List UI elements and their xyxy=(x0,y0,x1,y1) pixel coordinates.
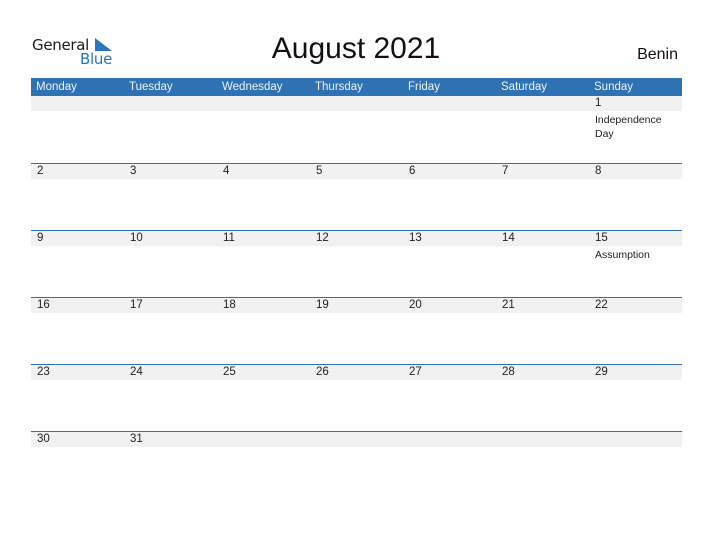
day-number: 13 xyxy=(409,232,422,244)
day-cell: 17 xyxy=(124,298,217,313)
week-days: 9 10 11 12 13 14 15 Assumption xyxy=(31,231,682,262)
week-days: 1 Independence Day xyxy=(31,96,682,141)
weekday-friday: Friday xyxy=(408,81,440,93)
day-cell: 28 xyxy=(496,365,589,380)
weekday-sunday: Sunday xyxy=(594,81,634,93)
day-cell: 25 xyxy=(217,365,310,380)
day-number: 29 xyxy=(595,366,608,378)
day-number: 9 xyxy=(37,232,44,244)
day-number: 23 xyxy=(37,366,50,378)
country-label: Benin xyxy=(637,46,678,63)
day-cell xyxy=(124,96,217,141)
day-cell: 30 xyxy=(31,432,124,447)
day-number: 12 xyxy=(316,232,329,244)
day-number: 26 xyxy=(316,366,329,378)
day-number: 27 xyxy=(409,366,422,378)
day-cell: 29 xyxy=(589,365,682,380)
day-number: 5 xyxy=(316,165,323,177)
day-cell: 11 xyxy=(217,231,310,262)
weekday-thursday: Thursday xyxy=(315,81,363,93)
day-cell: 7 xyxy=(496,164,589,179)
day-number: 18 xyxy=(223,299,236,311)
day-number: 21 xyxy=(502,299,515,311)
day-number: 16 xyxy=(37,299,50,311)
day-cell: 4 xyxy=(217,164,310,179)
day-number: 15 xyxy=(595,232,608,244)
day-cell: 13 xyxy=(403,231,496,262)
week-row: 23 24 25 26 27 28 29 xyxy=(31,364,682,431)
day-cell: 2 xyxy=(31,164,124,179)
day-number: 4 xyxy=(223,165,230,177)
day-cell: 24 xyxy=(124,365,217,380)
weeks-container: 1 Independence Day 2 3 4 5 6 7 8 9 10 11 12 13 14 15 Ass… xyxy=(31,96,682,498)
weekday-saturday: Saturday xyxy=(501,81,548,93)
day-cell: 1 Independence Day xyxy=(589,96,682,141)
day-cell xyxy=(310,96,403,141)
day-cell xyxy=(217,96,310,141)
weekday-header: Monday Tuesday Wednesday Thursday Friday… xyxy=(31,78,682,96)
day-cell: 12 xyxy=(310,231,403,262)
day-cell: 20 xyxy=(403,298,496,313)
day-cell xyxy=(403,432,496,447)
day-cell: 31 xyxy=(124,432,217,447)
day-cell: 3 xyxy=(124,164,217,179)
day-number: 24 xyxy=(130,366,143,378)
holiday-label: Independence Day xyxy=(595,114,662,140)
week-row: 30 31 xyxy=(31,431,682,498)
day-number: 10 xyxy=(130,232,143,244)
day-cell xyxy=(496,96,589,141)
day-number: 11 xyxy=(223,232,235,244)
day-cell: 16 xyxy=(31,298,124,313)
day-number: 2 xyxy=(37,165,44,177)
day-number: 28 xyxy=(502,366,515,378)
day-cell xyxy=(310,432,403,447)
week-days: 2 3 4 5 6 7 8 xyxy=(31,164,682,179)
day-cell xyxy=(217,432,310,447)
day-cell xyxy=(403,96,496,141)
holiday-label: Assumption xyxy=(595,249,650,261)
day-cell: 5 xyxy=(310,164,403,179)
calendar-grid: Monday Tuesday Wednesday Thursday Friday… xyxy=(31,78,682,498)
day-cell: 18 xyxy=(217,298,310,313)
day-number: 22 xyxy=(595,299,608,311)
day-cell: 14 xyxy=(496,231,589,262)
day-cell xyxy=(589,432,682,447)
day-cell: 9 xyxy=(31,231,124,262)
week-days: 30 31 xyxy=(31,432,682,447)
day-number: 8 xyxy=(595,165,602,177)
day-number: 20 xyxy=(409,299,422,311)
week-row: 16 17 18 19 20 21 22 xyxy=(31,297,682,364)
week-days: 16 17 18 19 20 21 22 xyxy=(31,298,682,313)
day-number: 1 xyxy=(595,97,602,109)
day-cell: 27 xyxy=(403,365,496,380)
day-cell: 19 xyxy=(310,298,403,313)
day-number: 7 xyxy=(502,165,509,177)
day-cell: 10 xyxy=(124,231,217,262)
day-number: 25 xyxy=(223,366,236,378)
day-cell xyxy=(496,432,589,447)
day-cell: 22 xyxy=(589,298,682,313)
day-cell: 6 xyxy=(403,164,496,179)
week-row: 1 Independence Day xyxy=(31,96,682,163)
day-number: 17 xyxy=(130,299,143,311)
day-cell: 15 Assumption xyxy=(589,231,682,262)
day-cell xyxy=(31,96,124,141)
week-days: 23 24 25 26 27 28 29 xyxy=(31,365,682,380)
day-number: 30 xyxy=(37,433,50,445)
day-number: 3 xyxy=(130,165,137,177)
weekday-wednesday: Wednesday xyxy=(222,81,283,93)
week-row: 2 3 4 5 6 7 8 xyxy=(31,163,682,230)
day-cell: 23 xyxy=(31,365,124,380)
week-row: 9 10 11 12 13 14 15 Assumption xyxy=(31,230,682,297)
day-number: 19 xyxy=(316,299,329,311)
day-number: 31 xyxy=(130,433,143,445)
day-cell: 26 xyxy=(310,365,403,380)
weekday-monday: Monday xyxy=(36,81,77,93)
weekday-tuesday: Tuesday xyxy=(129,81,173,93)
day-number: 14 xyxy=(502,232,515,244)
day-cell: 21 xyxy=(496,298,589,313)
day-cell: 8 xyxy=(589,164,682,179)
day-number: 6 xyxy=(409,165,416,177)
calendar-title: August 2021 xyxy=(271,32,441,65)
